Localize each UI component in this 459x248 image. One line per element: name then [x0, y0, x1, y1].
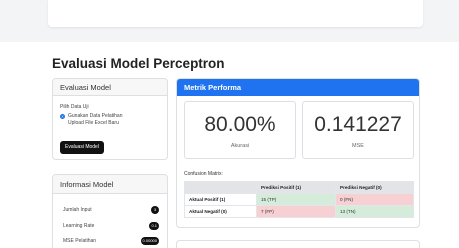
table-row: Aktual Positif (1) 15 (TP) 0 (FN) [184, 193, 414, 206]
page-title: Evaluasi Model Perceptron [52, 56, 225, 71]
evaluation-card-header: Evaluasi Model [53, 79, 167, 96]
accuracy-box: 80.00% Akurasi [184, 101, 296, 159]
model-info-card: Informasi Model Jumlah Input 3 Learning … [52, 174, 168, 248]
radio-selected-icon[interactable] [60, 113, 65, 119]
info-row-learning-rate: Learning Rate 0.1 [63, 220, 159, 232]
table-header-cell: Prediksi Negatif (0) [335, 181, 414, 194]
model-info-header: Informasi Model [53, 175, 167, 194]
table-header-row: Prediksi Positif (1) Prediksi Negatif (0… [184, 181, 414, 194]
info-value-badge: 0.1 [149, 222, 159, 230]
radio-use-training-data[interactable]: Gunakan Data Pelatihan [60, 113, 122, 119]
info-label: Jumlah Input [63, 207, 92, 213]
info-row-input-count: Jumlah Input 3 [63, 204, 159, 216]
info-value-badge: 3 [151, 206, 159, 214]
lower-card [176, 240, 420, 248]
table-header-cell: Prediksi Positif (1) [256, 181, 336, 194]
test-data-label: Pilih Data Uji [60, 104, 89, 110]
table-cell: 13 (TN) [335, 205, 414, 218]
confusion-matrix-title: Confusion Matrix: [184, 171, 223, 177]
info-value-badge: 0.00000 [140, 237, 159, 245]
row-header: Aktual Positif (1) [184, 193, 257, 206]
table-header-cell [184, 181, 257, 194]
radio-unselected-icon[interactable] [60, 121, 65, 126]
radio-label: Upload File Excel Baru [68, 120, 119, 126]
top-card [48, 0, 423, 27]
info-row-training-mse: MSE Pelatihan 0.00000 [63, 235, 159, 247]
info-label: MSE Pelatihan [63, 238, 97, 244]
table-cell: 0 (FN) [335, 193, 414, 206]
mse-box: 0.141227 MSE [302, 101, 414, 159]
mse-value: 0.141227 [314, 113, 402, 136]
evaluate-model-button[interactable]: Evaluasi Model [60, 141, 104, 154]
row-header: Aktual Negatif (0) [184, 205, 257, 218]
table-row: Aktual Negatif (0) 7 (FP) 13 (TN) [184, 205, 414, 218]
radio-label: Gunakan Data Pelatihan [68, 113, 123, 119]
metrics-card: Metrik Performa 80.00% Akurasi 0.141227 … [176, 78, 420, 228]
accuracy-label: Akurasi [230, 143, 250, 149]
table-cell: 15 (TP) [256, 193, 336, 206]
mse-label: MSE [352, 143, 364, 149]
radio-upload-excel[interactable]: Upload File Excel Baru [60, 120, 119, 126]
info-label: Learning Rate [63, 223, 95, 229]
accuracy-value: 80.00% [204, 113, 276, 136]
metrics-card-header: Metrik Performa [177, 79, 419, 96]
confusion-matrix-table: Prediksi Positif (1) Prediksi Negatif (0… [184, 181, 414, 218]
table-cell: 7 (FP) [256, 205, 336, 218]
evaluation-card: Evaluasi Model Pilih Data Uji Gunakan Da… [52, 78, 168, 160]
